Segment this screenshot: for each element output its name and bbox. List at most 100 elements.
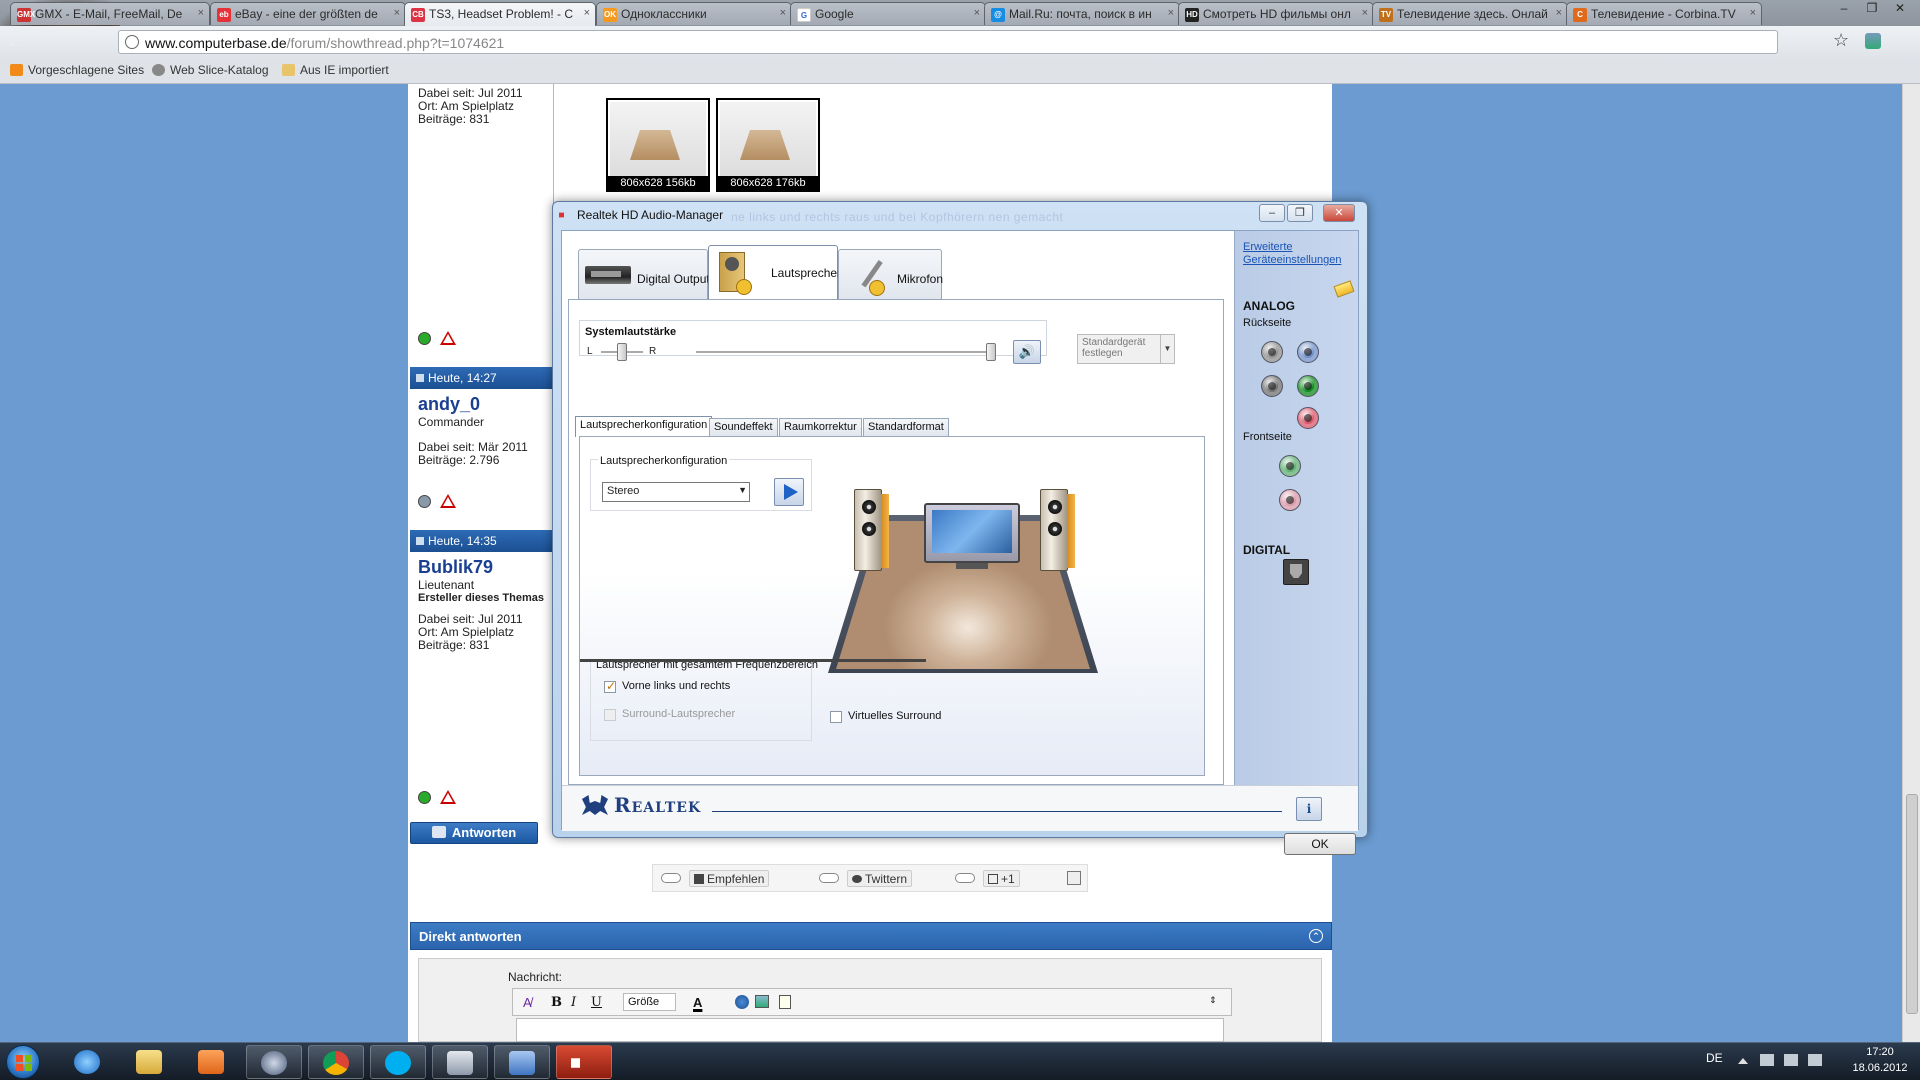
front-full-range-checkbox[interactable] [604,679,616,693]
close-icon[interactable]: × [1556,7,1562,19]
show-hidden-icons-icon[interactable] [1738,1058,1748,1064]
close-icon[interactable]: × [198,7,204,19]
back-arrow-icon[interactable]: ← [6,31,28,53]
balance-slider-thumb[interactable] [617,343,627,361]
digital-spdif-jack-icon[interactable] [1283,559,1309,585]
mute-button[interactable]: 🔊 [1013,340,1041,364]
close-button[interactable]: ✕ [1886,0,1914,18]
volume-icon[interactable] [1808,1054,1822,1066]
dialog-close-button[interactable]: ✕ [1323,204,1355,222]
bookmark-suggested-sites[interactable]: Vorgeschlagene Sites [10,63,144,77]
rear-jack-dark-gray[interactable] [1261,375,1283,397]
rear-jack-blue[interactable] [1297,341,1319,363]
volume-slider-track[interactable] [696,351,986,353]
username[interactable]: Bublik79 [418,557,553,578]
remove-format-icon[interactable]: A̸ [523,995,532,1010]
attachment-thumbnail-2[interactable]: 806x628 176kb [716,98,820,192]
quote-icon[interactable] [779,995,791,1009]
bold-button[interactable]: B [551,995,562,1010]
taskbar-explorer[interactable] [122,1045,178,1079]
close-icon[interactable]: × [1750,7,1756,19]
minimize-button[interactable]: – [1830,0,1858,18]
font-color-button[interactable]: A [693,995,702,1010]
close-icon[interactable]: × [1362,7,1368,19]
speaker-config-select[interactable]: Stereo ▼ [602,482,750,502]
bookmark-star-icon[interactable]: ☆ [1833,30,1849,51]
facebook-toggle[interactable] [661,873,681,883]
tab-google[interactable]: G Google × [790,2,986,25]
message-textarea[interactable] [516,1018,1224,1042]
front-right-speaker-icon[interactable] [1040,489,1075,571]
set-default-device-dropdown[interactable]: Standardgerät festlegen ▼ [1077,334,1175,364]
image-icon[interactable] [755,995,769,1008]
taskbar-remote-app[interactable] [432,1045,488,1079]
virtual-surround-checkbox[interactable] [830,711,842,723]
tab-hd-films[interactable]: HD Смотреть HD фильмы онл × [1178,2,1374,25]
facebook-recommend-button[interactable]: Empfehlen [689,870,770,887]
tab-tv[interactable]: TV Телевидение здесь. Онлай × [1372,2,1568,25]
network-icon[interactable] [1784,1054,1798,1066]
googleplus-toggle[interactable] [955,873,975,883]
advanced-device-settings-link[interactable]: Erweiterte Geräteeinstellungen [1243,241,1341,267]
report-warning-icon[interactable] [440,790,456,804]
close-icon[interactable]: × [780,7,786,19]
bookmark-web-slice[interactable]: Web Slice-Katalog [152,63,269,77]
scrollbar-thumb[interactable] [1906,794,1918,1014]
font-size-select[interactable]: Größe [623,993,677,1011]
clock-time[interactable]: 17:20 [1855,1046,1905,1058]
volume-slider-thumb[interactable] [986,343,996,361]
close-icon[interactable]: × [394,7,400,19]
subtab-speaker-config[interactable]: Lautsprecherkonfiguration [575,416,713,437]
subtab-sound-effect[interactable]: Soundeffekt [709,418,778,436]
clock-date[interactable]: 18.06.2012 [1845,1062,1915,1074]
tweet-button[interactable]: Twittern [847,870,913,887]
tab-ebay[interactable]: eb eBay - eine der größten de × [210,2,406,25]
front-left-speaker-icon[interactable] [854,489,889,571]
tab-corbina[interactable]: C Телевидение - Corbina.TV × [1566,2,1762,25]
maximize-button[interactable]: ❐ [1858,0,1886,18]
taskbar-chrome[interactable] [308,1045,364,1079]
bookmark-ie-import[interactable]: Aus IE importiert [282,63,389,77]
taskbar-teamspeak[interactable] [246,1045,302,1079]
dialog-minimize-button[interactable]: – [1259,204,1285,222]
play-test-button[interactable] [774,478,804,506]
tab-gmx[interactable]: GMX GMX - E-Mail, FreeMail, De × [10,2,210,25]
settings-check-icon[interactable] [1067,871,1081,885]
speaker-visualization[interactable] [816,459,1106,679]
tab-computerbase[interactable]: CB TS3, Headset Problem! - C × [404,2,596,26]
taskbar-realtek[interactable] [556,1045,612,1079]
resize-icon[interactable]: ⇕ [1209,995,1217,1006]
collapse-icon[interactable]: ⌃ [1309,929,1323,943]
address-bar[interactable]: www.computerbase.de/forum/showthread.php… [118,30,1778,54]
italic-button[interactable]: I [571,995,576,1010]
close-icon[interactable]: × [584,7,590,19]
taskbar-control-panel[interactable] [494,1045,550,1079]
reply-button[interactable]: Antworten [410,822,538,844]
link-globe-icon[interactable] [735,995,749,1009]
report-warning-icon[interactable] [440,494,456,508]
username[interactable]: andy_0 [418,394,553,415]
dialog-maximize-button[interactable]: ❐ [1287,204,1313,222]
tab-lautsprecher[interactable]: Lautsprecher [708,245,841,300]
tab-odnoklassniki[interactable]: OK Одноклассники × [596,2,792,25]
folder-icon[interactable] [1333,280,1355,298]
ok-button[interactable]: OK [1284,833,1356,855]
attachment-thumbnail-1[interactable]: 806x628 156kb [606,98,710,192]
rear-jack-pink[interactable] [1297,407,1319,429]
input-language-indicator[interactable]: DE [1706,1051,1723,1065]
taskbar-media-player[interactable] [184,1045,240,1079]
page-scrollbar[interactable] [1902,84,1920,1042]
action-center-flag-icon[interactable] [1760,1054,1774,1066]
rear-jack-green[interactable] [1297,375,1319,397]
front-jack-green[interactable] [1279,455,1301,477]
report-warning-icon[interactable] [440,331,456,345]
tab-digital-output[interactable]: Digital Output [578,249,710,299]
underline-button[interactable]: U [591,995,602,1010]
googleplus-button[interactable]: +1 [983,870,1020,887]
front-jack-pink[interactable] [1279,489,1301,511]
taskbar-ie[interactable] [60,1045,116,1079]
close-icon[interactable]: × [1168,7,1174,19]
extension-icon[interactable] [1865,33,1881,49]
close-icon[interactable]: × [974,7,980,19]
subtab-default-format[interactable]: Standardformat [863,418,949,436]
